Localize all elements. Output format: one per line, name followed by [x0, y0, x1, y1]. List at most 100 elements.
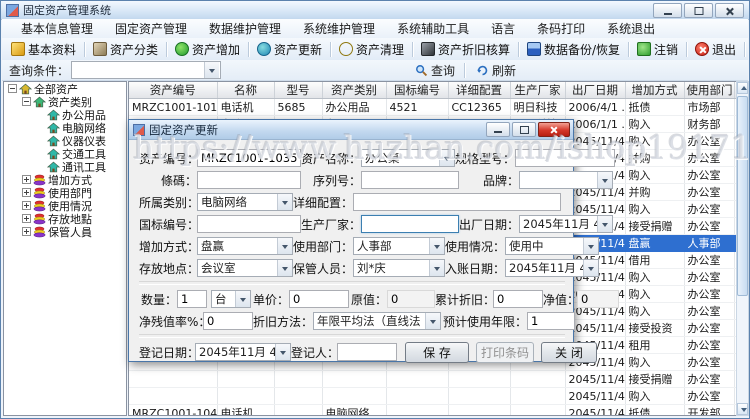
column-header-型号[interactable]: 型号	[274, 82, 323, 99]
keeper-label: 保管人员：	[293, 261, 353, 276]
maker-field[interactable]	[361, 215, 459, 233]
toolbar-separator	[412, 41, 413, 57]
menu-item-2[interactable]: 固定资产管理	[104, 18, 198, 39]
column-header-增加方式[interactable]: 增加方式	[625, 82, 685, 99]
menu-item-3[interactable]: 数据维护管理	[198, 18, 292, 39]
usage-combo[interactable]: 使用中	[505, 237, 599, 255]
expand-icon[interactable]	[22, 175, 31, 184]
prod-date-picker[interactable]: 2045年11月 4日	[519, 215, 613, 233]
toolbar-button-5[interactable]: 资产清理	[334, 40, 409, 59]
spec-model-field[interactable]	[515, 149, 615, 167]
minimize-button[interactable]	[653, 3, 682, 18]
column-header-详细配置[interactable]: 详细配置	[448, 82, 511, 99]
asset-id-field[interactable]	[197, 149, 301, 167]
toolbar-button-label: 资产更新	[274, 42, 323, 57]
dialog-minimize-button[interactable]	[486, 122, 510, 137]
acc-depreciation-field[interactable]	[493, 290, 543, 308]
scrollbar-thumb[interactable]	[737, 96, 748, 296]
chevron-down-icon[interactable]	[277, 238, 292, 254]
chevron-down-icon[interactable]	[583, 260, 598, 276]
chevron-down-icon[interactable]	[597, 172, 612, 188]
category-combo[interactable]: 电脑网络	[197, 193, 293, 211]
toolbar-button-6[interactable]: 资产折旧核算	[416, 40, 515, 59]
table-row[interactable]: MRZC1001-1046电话机电脑网络2045/11/4...抵债开发部使用中	[129, 404, 740, 415]
toolbar-button-3[interactable]: 资产增加	[170, 40, 245, 59]
reg-date-picker[interactable]: 2045年11月 4日	[195, 343, 291, 361]
location-combo[interactable]: 会议室	[197, 259, 293, 277]
config-field[interactable]	[353, 193, 561, 211]
menu-item-6[interactable]: 语言	[480, 18, 526, 39]
column-header-名称[interactable]: 名称	[217, 82, 275, 99]
chevron-down-icon[interactable]	[277, 260, 292, 276]
expand-icon[interactable]	[22, 214, 31, 223]
table-row[interactable]: 2045/11/4...接受捐赠办公室使用中	[129, 370, 740, 388]
menu-item-5[interactable]: 系统辅助工具	[386, 18, 480, 39]
house-icon	[19, 83, 32, 95]
menu-item-7[interactable]: 条码打印	[526, 18, 596, 39]
close-button[interactable]	[715, 3, 744, 18]
useful-life-field[interactable]	[527, 312, 575, 330]
toolbar-button-1[interactable]: 基本资料	[6, 40, 81, 59]
chevron-down-icon[interactable]	[235, 291, 250, 307]
unit-combo[interactable]: 台	[211, 290, 251, 308]
search-button[interactable]: 查询	[409, 61, 461, 80]
expand-icon[interactable]	[22, 201, 31, 210]
chevron-down-icon[interactable]	[439, 150, 454, 166]
expand-icon[interactable]	[22, 227, 31, 236]
dialog-close-button[interactable]: 关 闭	[541, 341, 597, 363]
chevron-down-icon[interactable]	[275, 344, 290, 360]
asset-id-label: 资产编号：	[139, 151, 197, 166]
toolbar-button-8[interactable]: 注销	[632, 40, 683, 59]
expand-icon[interactable]	[22, 188, 31, 197]
chevron-down-icon[interactable]	[597, 216, 612, 232]
tree-item-保管人員[interactable]: 保管人員	[4, 225, 126, 239]
dept-combo[interactable]: 人事部	[353, 237, 445, 255]
query-condition-combo[interactable]	[71, 61, 222, 79]
quantity-field[interactable]	[177, 290, 207, 308]
table-row[interactable]: 2045/11/4...购入办公室使用中	[129, 387, 740, 405]
menu-item-8[interactable]: 系统退出	[596, 18, 666, 39]
asset-name-combo[interactable]: 办公桌	[361, 149, 455, 167]
dialog-maximize-button[interactable]	[512, 122, 536, 137]
column-header-使用部门[interactable]: 使用部门	[684, 82, 735, 99]
serial-field[interactable]	[361, 171, 459, 189]
chevron-down-icon[interactable]	[204, 62, 220, 78]
chevron-down-icon[interactable]	[429, 238, 444, 254]
add-method-combo[interactable]: 盘赢	[197, 237, 293, 255]
toolbar-button-2[interactable]: 资产分类	[88, 40, 163, 59]
collapse-icon[interactable]	[22, 97, 31, 106]
table-cell: 电话机	[217, 404, 275, 415]
chevron-down-icon[interactable]	[583, 238, 598, 254]
maximize-button[interactable]	[684, 3, 713, 18]
save-button[interactable]: 保 存	[405, 341, 469, 363]
column-header-资产编号[interactable]: 资产编号	[129, 82, 218, 99]
depr-method-combo[interactable]: 年限平均法（直线法	[313, 312, 441, 330]
keeper-combo[interactable]: 刘*庆	[353, 259, 445, 277]
toolbar-button-9[interactable]: 退出	[690, 40, 741, 59]
column-header-国标编号[interactable]: 国标编号	[386, 82, 449, 99]
barcode-field[interactable]	[197, 171, 301, 189]
brand-combo[interactable]	[519, 171, 613, 189]
collapse-icon[interactable]	[8, 84, 17, 93]
toolbar-button-4[interactable]: 资产更新	[252, 40, 327, 59]
gb-code-field[interactable]	[197, 215, 301, 233]
toolbar-button-7[interactable]: 数据备份/恢复	[522, 40, 625, 59]
scroll-up-icon[interactable]	[737, 82, 748, 94]
menu-item-1[interactable]: 基本信息管理	[10, 18, 104, 39]
column-header-资产类别[interactable]: 资产类别	[322, 82, 387, 99]
unit-price-field[interactable]	[289, 290, 349, 308]
vertical-scrollbar[interactable]	[736, 81, 749, 416]
column-header-生产厂家[interactable]: 生产厂家	[510, 82, 566, 99]
menu-item-4[interactable]: 系统维护管理	[292, 18, 386, 39]
refresh-button[interactable]: 刷新	[470, 61, 522, 80]
registrar-field[interactable]	[337, 343, 397, 361]
book-date-picker[interactable]: 2045年11月 4日	[505, 259, 599, 277]
chevron-down-icon[interactable]	[429, 260, 444, 276]
dialog-close-icon[interactable]	[538, 122, 570, 137]
column-header-出厂日期[interactable]: 出厂日期	[565, 82, 626, 99]
table-row[interactable]: MRZC1001-1017 电话机 5685 办公用品 4521 CC12365 明日科技 2…	[129, 98, 740, 116]
chevron-down-icon[interactable]	[277, 194, 292, 210]
residual-rate-field[interactable]	[203, 312, 253, 330]
chevron-down-icon[interactable]	[425, 313, 440, 329]
scroll-down-icon[interactable]	[737, 403, 748, 415]
